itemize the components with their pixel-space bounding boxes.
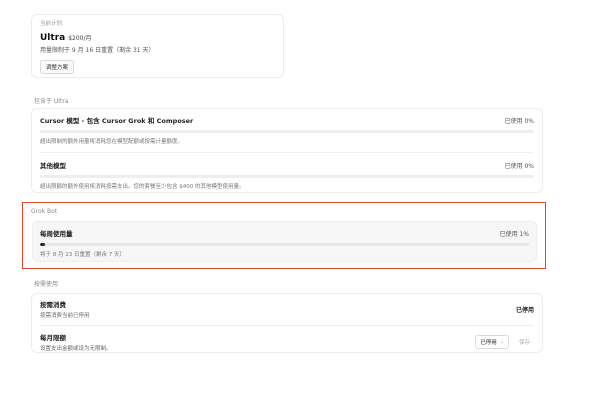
monthly-limit-title: 每月限额 (40, 334, 66, 342)
usage-progress-bar (40, 130, 534, 133)
included-usage-card: Cursor 模型 - 包含 Cursor Grok 和 Composer 已使… (31, 108, 543, 193)
ondemand-spend-row: 按需消费 按需消费当前已停用 已停用 (40, 299, 534, 319)
grok-weekly-usage-card: 每周使用量 已使用 1% 将于 8 月 23 日重置（剩余 7 天） (32, 221, 537, 262)
plan-price: $200/月 (68, 35, 92, 42)
select-value: 已停用 (480, 340, 497, 346)
plan-title-row: Ultra $200/月 (40, 33, 275, 43)
monthly-limit-sub: 设置支出金额或设为无限制。 (40, 346, 112, 352)
included-section-label: 包含于 Ultra (34, 98, 69, 105)
ondemand-card: 按需消费 按需消费当前已停用 已停用 每月限额 设置支出金额或设为无限制。 已停… (31, 293, 543, 353)
chevron-down-icon: ⌄ (499, 339, 504, 345)
weekly-usage-progress-fill (40, 243, 45, 246)
monthly-limit-controls: 已停用 ⌄ 保存 (475, 335, 534, 349)
usage-progress-bar (40, 175, 534, 178)
current-plan-card: 当前计划 Ultra $200/月 用量限制于 9 月 16 日重置（剩余 31… (31, 14, 284, 78)
usage-row-note: 超出限制的额外用量将消耗您在模型配额或按需计量额度。 (40, 139, 184, 145)
grok-bot-highlight: Grok Bot 每周使用量 已使用 1% 将于 8 月 23 日重置（剩余 7… (22, 202, 546, 269)
weekly-usage-percent: 已使用 1% (499, 230, 529, 238)
usage-row-other-models: 其他模型 已使用 0% 超出限额的额外使用将消耗按需支出。您的套餐至少包含 $4… (40, 160, 534, 190)
ondemand-status: 已停用 (515, 306, 534, 314)
grok-section-label: Grok Bot (31, 208, 58, 215)
plan-name: Ultra (40, 33, 66, 43)
usage-percent: 已使用 0% (504, 162, 534, 170)
usage-row-note: 超出限额的额外使用将消耗按需支出。您的套餐至少包含 $400 的其他模型使用量。 (40, 184, 245, 190)
monthly-limit-row: 每月限额 设置支出金额或设为无限制。 已停用 ⌄ 保存 (40, 332, 534, 352)
divider (40, 325, 534, 326)
usage-row-cursor-models: Cursor 模型 - 包含 Cursor Grok 和 Composer 已使… (40, 115, 534, 145)
ondemand-spend-sub: 按需消费当前已停用 (40, 313, 90, 319)
divider (40, 152, 534, 153)
current-plan-label: 当前计划 (40, 21, 63, 27)
weekly-usage-progress-bar (40, 243, 529, 246)
weekly-reset-text: 将于 8 月 23 日重置（剩余 7 天） (40, 252, 125, 258)
weekly-usage-title: 每周使用量 (40, 230, 73, 238)
adjust-plan-button[interactable]: 调整方案 (40, 60, 75, 74)
usage-row-title: 其他模型 (40, 162, 66, 170)
usage-row-title: Cursor 模型 - 包含 Cursor Grok 和 Composer (40, 117, 194, 125)
ondemand-section-label: 按需使用 (34, 281, 59, 288)
plan-reset-text: 用量限制于 9 月 16 日重置（剩余 31 天） (40, 47, 155, 54)
save-button[interactable]: 保存 (515, 336, 534, 348)
ondemand-spend-title: 按需消费 (40, 301, 66, 309)
monthly-limit-select[interactable]: 已停用 ⌄ (475, 335, 509, 349)
usage-percent: 已使用 0% (504, 117, 534, 125)
